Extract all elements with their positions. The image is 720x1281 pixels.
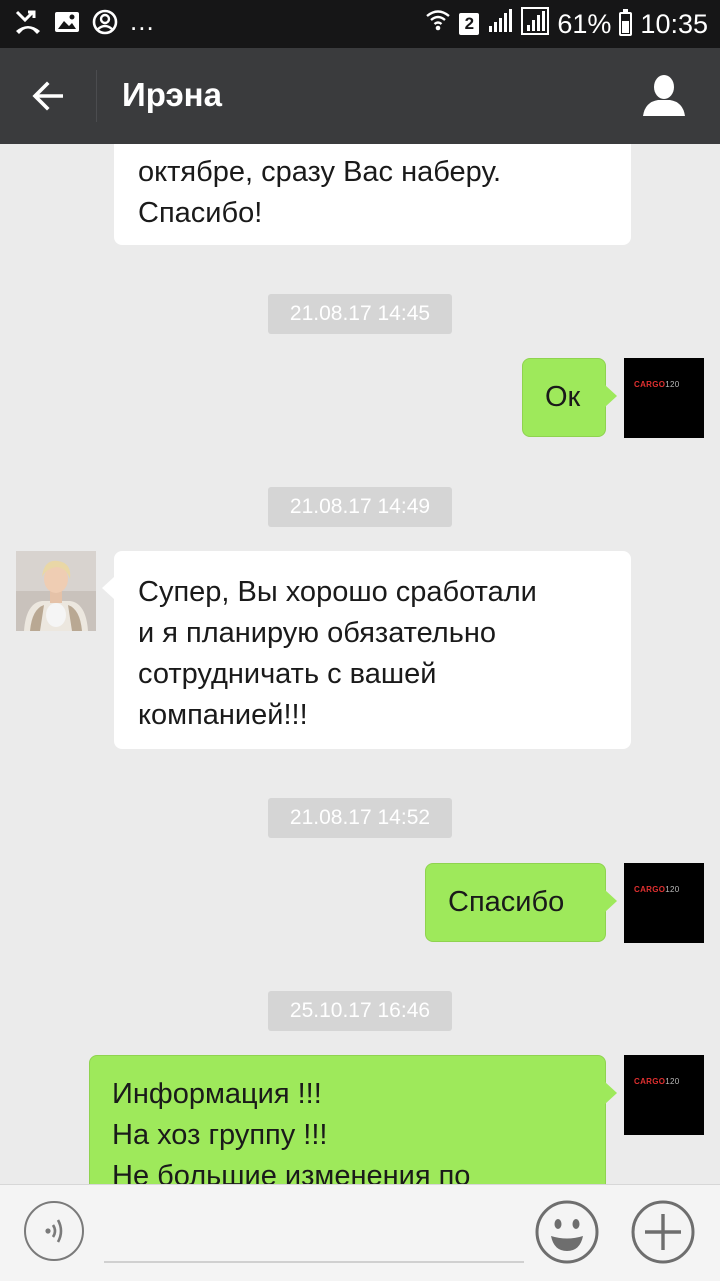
- message-outgoing[interactable]: Ок: [522, 358, 617, 437]
- message-outgoing[interactable]: Спасибо: [425, 863, 617, 942]
- user-photo: [16, 551, 96, 631]
- voice-button[interactable]: [24, 1201, 84, 1261]
- message-input[interactable]: [104, 1209, 524, 1263]
- status-bar: ... 2 61% 10:35: [0, 0, 720, 48]
- chat-title: Ирэна: [122, 76, 222, 113]
- cargo-logo: CARGO120: [634, 885, 680, 894]
- message-text: октябре, сразу Вас наберу. Спасибо!: [138, 156, 502, 229]
- back-arrow-icon: [32, 81, 63, 111]
- account-icon: [92, 9, 118, 40]
- voice-icon: [45, 1219, 63, 1243]
- back-button[interactable]: [22, 72, 74, 120]
- cargo-logo: CARGO120: [634, 380, 680, 389]
- plus-button[interactable]: [630, 1199, 696, 1265]
- profile-button[interactable]: [640, 72, 688, 120]
- timestamp: 21.08.17 14:52: [268, 798, 452, 838]
- message-incoming[interactable]: октябре, сразу Вас наберу. Спасибо!: [114, 144, 631, 245]
- timestamp: 21.08.17 14:45: [268, 294, 452, 334]
- message-outgoing[interactable]: Информация !!! На хоз группу !!! Не боль…: [89, 1055, 617, 1184]
- message-text: Спасибо: [448, 886, 565, 918]
- message-text: Супер, Вы хорошо сработали и я планирую …: [138, 576, 537, 731]
- timestamp: 25.10.17 16:46: [268, 991, 452, 1031]
- emoji-button[interactable]: [534, 1199, 600, 1265]
- plus-icon: [631, 1200, 695, 1264]
- title-divider: [96, 70, 97, 122]
- missed-call-icon: [14, 9, 42, 40]
- input-bar: [0, 1184, 720, 1281]
- avatar[interactable]: CARGO120: [624, 358, 704, 438]
- chat-area[interactable]: октябре, сразу Вас наберу. Спасибо! 21.0…: [0, 144, 720, 1184]
- cargo-logo: CARGO120: [634, 1077, 680, 1086]
- battery-percent: 61%: [557, 8, 612, 39]
- message-incoming[interactable]: Супер, Вы хорошо сработали и я планирую …: [102, 551, 631, 749]
- message-text: Информация !!! На хоз группу !!! Не боль…: [112, 1078, 471, 1184]
- image-icon: [54, 10, 80, 39]
- battery-icon: [619, 9, 633, 36]
- title-bar: Ирэна: [0, 48, 720, 144]
- more-notifications: ...: [130, 6, 155, 36]
- avatar[interactable]: CARGO120: [624, 863, 704, 943]
- avatar[interactable]: CARGO120: [624, 1055, 704, 1135]
- avatar[interactable]: [16, 551, 96, 631]
- clock: 10:35: [640, 8, 708, 39]
- message-text: Ок: [545, 381, 581, 413]
- sim-badge: 2: [459, 13, 480, 35]
- signal-icon: [487, 8, 513, 41]
- wifi-icon: [425, 8, 451, 41]
- timestamp: 21.08.17 14:49: [268, 487, 452, 527]
- profile-icon: [643, 75, 685, 116]
- signal-icon-2: [521, 6, 550, 42]
- emoji-icon: [535, 1200, 599, 1264]
